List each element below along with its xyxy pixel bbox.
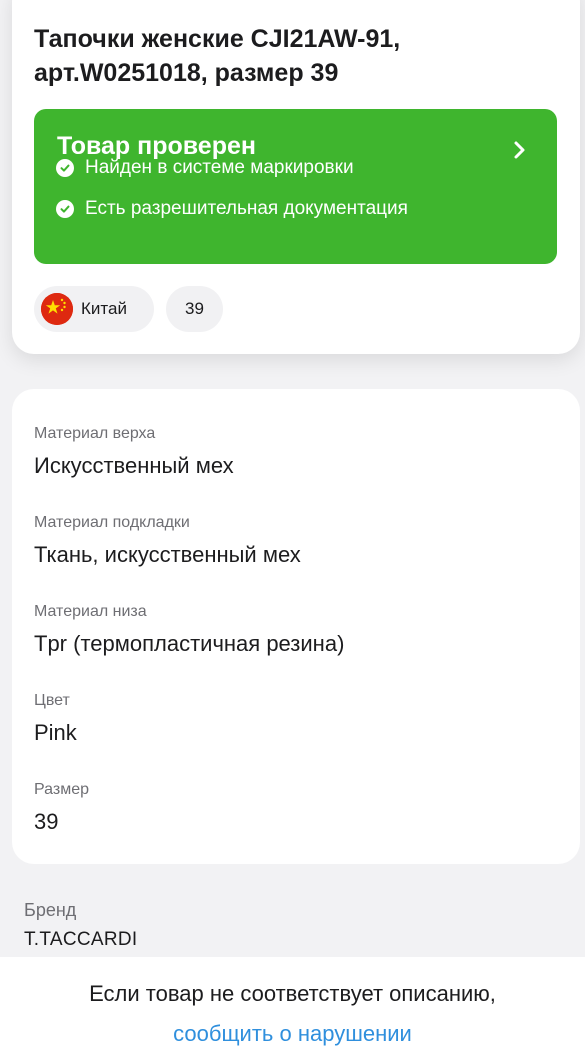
detail-value: Tpr (термопластичная резина) — [34, 631, 345, 656]
country-label: Китай — [81, 299, 127, 318]
china-flag-icon — [41, 293, 73, 325]
details-card: Материал верха Искусственный мех Материа… — [12, 389, 580, 864]
check-circle-icon — [56, 200, 74, 218]
check-label: Найден в системе маркировки — [85, 157, 354, 178]
detail-label: Материал низа — [34, 603, 147, 620]
detail-value: Искусственный мех — [34, 453, 234, 478]
detail-color: Цвет Pink — [34, 692, 77, 746]
brand-value: T.TACCARDI — [24, 929, 138, 950]
detail-sole-material: Материал низа Tpr (термопластичная резин… — [34, 603, 344, 657]
detail-value: 39 — [34, 809, 59, 834]
check-circle-icon — [56, 159, 74, 177]
detail-label: Размер — [34, 781, 89, 798]
product-title: Тапочки женские CJI21AW-91, арт.W0251018… — [34, 22, 554, 90]
detail-label: Материал верха — [34, 425, 156, 442]
detail-label: Цвет — [34, 692, 70, 709]
check-row-marking: Найден в системе маркировки — [56, 157, 354, 179]
country-chip: Китай — [34, 286, 154, 332]
check-row-documents: Есть разрешительная документация — [56, 198, 408, 220]
chevron-right-icon — [514, 141, 525, 159]
check-label: Есть разрешительная документация — [85, 198, 408, 219]
report-violation-link[interactable]: сообщить о нарушении — [0, 1021, 585, 1047]
detail-size: Размер 39 — [34, 781, 89, 835]
size-chip: 39 — [166, 286, 223, 332]
brand-section: Бренд T.TACCARDI — [24, 900, 137, 951]
detail-value: Pink — [34, 720, 77, 745]
footer-text: Если товар не соответствует описанию, — [89, 981, 496, 1006]
product-card: Тапочки женские CJI21AW-91, арт.W0251018… — [12, 0, 580, 354]
product-title-line2: арт.W0251018, размер 39 — [34, 59, 339, 87]
verification-banner[interactable]: Товар проверен Найден в системе маркиров… — [34, 109, 557, 264]
detail-upper-material: Материал верха Искусственный мех — [34, 425, 234, 479]
detail-label: Материал подкладки — [34, 514, 190, 531]
detail-lining-material: Материал подкладки Ткань, искусственный … — [34, 514, 301, 568]
product-title-line1: Тапочки женские CJI21AW-91, — [34, 25, 401, 53]
size-label: 39 — [185, 299, 204, 318]
brand-label: Бренд — [24, 900, 77, 920]
report-footer: Если товар не соответствует описанию, со… — [0, 957, 585, 1054]
detail-value: Ткань, искусственный мех — [34, 542, 301, 567]
